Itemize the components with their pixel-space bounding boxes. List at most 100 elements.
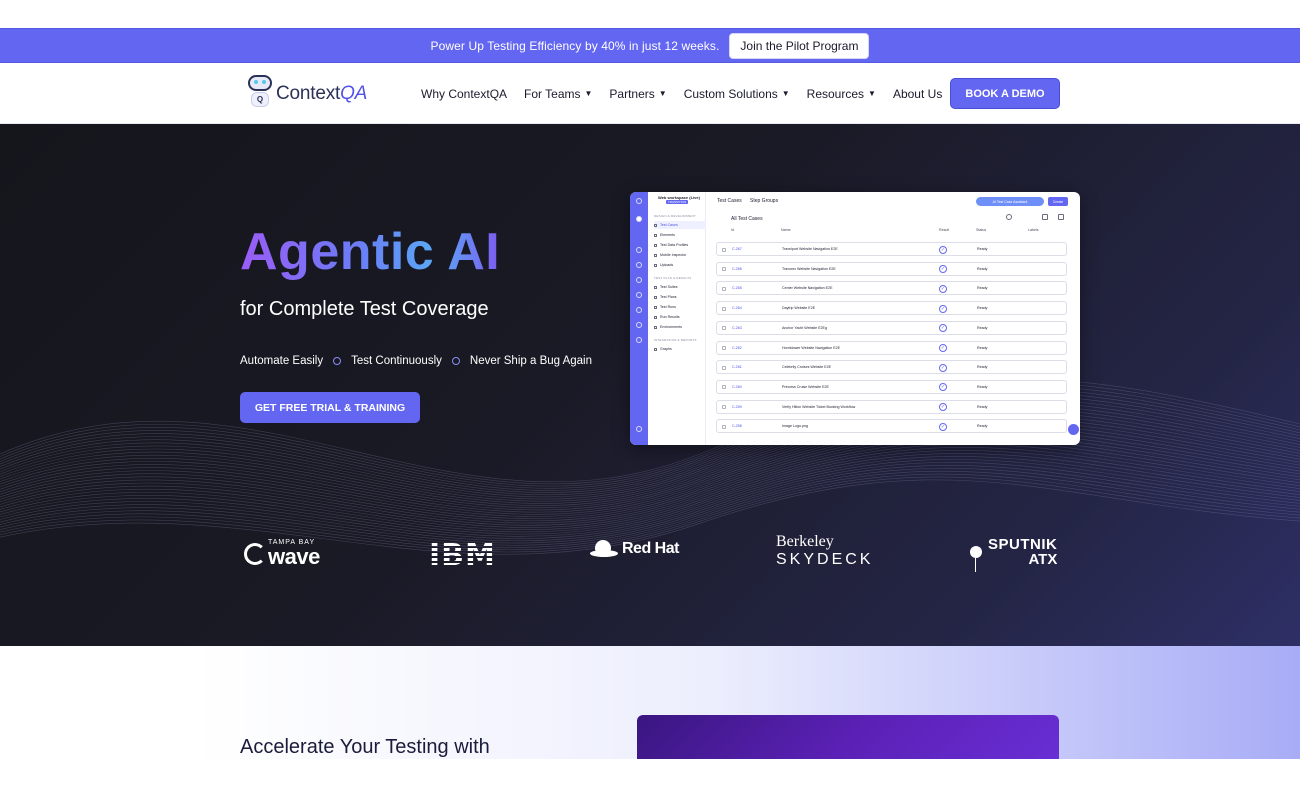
- sidebar-section: DESIGN & DEVELOPMENT: [654, 214, 696, 218]
- settings-icon: [636, 322, 642, 328]
- sidebar-item[interactable]: Environments: [654, 323, 706, 331]
- test-case-id[interactable]: C-261: [732, 365, 742, 369]
- check-circle-icon: ✓: [939, 363, 947, 372]
- table-row[interactable]: C-261 Celebrity Cruises Website E2E ✓ Ready: [716, 360, 1067, 375]
- app-rail: [630, 192, 648, 445]
- sidebar-item[interactable]: Test Suites: [654, 283, 706, 291]
- ai-assistant-button[interactable]: AI Test Case Assistant: [976, 197, 1044, 206]
- nav-partners[interactable]: Partners ▼: [609, 87, 666, 101]
- filter-icon[interactable]: [1042, 214, 1048, 220]
- test-case-status: Ready: [977, 247, 988, 251]
- book-demo-button[interactable]: BOOK A DEMO: [950, 78, 1060, 109]
- section-title: Accelerate Your Testing with: [240, 736, 490, 758]
- sidebar-item[interactable]: Graphs: [654, 345, 706, 353]
- hero-point: Automate Easily: [240, 355, 324, 367]
- nav-for-teams[interactable]: For Teams ▼: [524, 87, 592, 101]
- row-checkbox[interactable]: [722, 267, 726, 272]
- search-icon[interactable]: [1006, 214, 1012, 220]
- row-checkbox[interactable]: [722, 286, 726, 291]
- nav-why-contextqa[interactable]: Why ContextQA: [421, 87, 507, 101]
- logo-text: ContextQA: [276, 83, 368, 104]
- promo-text: Power Up Testing Efficiency by 40% in ju…: [430, 38, 720, 53]
- sidebar-item[interactable]: Elements: [654, 231, 706, 239]
- test-case-name: Verify Hilton Website Ticket Booking Wor…: [782, 404, 856, 409]
- gear-icon: [636, 307, 642, 313]
- test-case-id[interactable]: C-260: [732, 385, 742, 389]
- sidebar-section: INTEGRATION & REPORTS: [654, 338, 697, 342]
- check-circle-icon: ✓: [939, 422, 947, 431]
- sidebar-item[interactable]: Uploads: [654, 261, 706, 269]
- check-circle-icon: ✓: [939, 245, 947, 254]
- accelerate-section: Accelerate Your Testing with: [0, 646, 1300, 759]
- test-case-id[interactable]: C-264: [732, 306, 742, 310]
- tab-test-cases[interactable]: Test Cases: [717, 198, 742, 204]
- export-icon[interactable]: [1058, 214, 1064, 220]
- sidebar-item[interactable]: Test Plans: [654, 293, 706, 301]
- test-case-name: Image Logo.png: [782, 424, 808, 429]
- table-row[interactable]: C-259 Verify Hilton Website Ticket Bookin…: [716, 399, 1067, 414]
- chevron-down-icon: ▼: [658, 89, 667, 98]
- table-row[interactable]: C-262 Hornblower Website Navigation E2E ✓ R…: [716, 340, 1067, 355]
- row-checkbox[interactable]: [722, 326, 726, 331]
- table-row[interactable]: C-260 Princess Cruise Website E2E ✓ Ready: [716, 379, 1067, 394]
- row-checkbox[interactable]: [722, 405, 726, 410]
- sputnik-atx-logo: SPUTNIK ATX: [970, 537, 1057, 572]
- nav-about-us[interactable]: About Us: [893, 87, 942, 101]
- column-header: Status: [976, 228, 987, 232]
- row-checkbox[interactable]: [722, 346, 726, 350]
- chevron-down-icon: ▼: [584, 89, 593, 98]
- chat-icon[interactable]: [1068, 424, 1079, 435]
- logout-icon: [636, 337, 642, 343]
- table-row[interactable]: C-258 Image Logo.png ✓ Ready: [716, 419, 1067, 434]
- tab-step-groups[interactable]: Step Groups: [750, 198, 778, 204]
- table-row[interactable]: C-264 Daytrip Website E2E ✓ Ready: [716, 301, 1067, 316]
- main-nav: Q ContextQA Why ContextQA For Teams ▼ Par…: [0, 63, 1300, 124]
- test-case-id[interactable]: C-266: [732, 267, 742, 271]
- create-button[interactable]: Create: [1048, 197, 1068, 206]
- table-row[interactable]: C-265 Center Website Navigation E2E ✓ Ready: [716, 281, 1067, 296]
- nav-links: Why ContextQA For Teams ▼ Partners ▼ Custo…: [421, 63, 942, 124]
- test-case-status: Ready: [977, 404, 988, 409]
- row-checkbox[interactable]: [722, 424, 726, 429]
- hero-point: Test Continuously: [351, 355, 442, 367]
- row-checkbox[interactable]: [722, 247, 726, 252]
- nav-resources[interactable]: Resources ▼: [807, 87, 876, 101]
- contextqa-logo[interactable]: Q ContextQA: [246, 75, 367, 109]
- column-header: Labels: [1028, 228, 1039, 232]
- hero-title: Agentic AI: [240, 223, 501, 281]
- row-checkbox[interactable]: [722, 385, 726, 390]
- test-case-status: Ready: [977, 424, 988, 429]
- check-circle-icon: ✓: [939, 344, 947, 352]
- row-checkbox[interactable]: [722, 365, 726, 370]
- row-checkbox[interactable]: [722, 306, 726, 311]
- list-title: All Test Cases: [731, 216, 763, 222]
- sidebar-item[interactable]: Test Cases: [654, 221, 706, 229]
- sidebar-item[interactable]: Run Results: [654, 313, 706, 321]
- table-row[interactable]: C-263 Anchor Yacht Website E2Eg ✓ Ready: [716, 320, 1067, 335]
- table-row[interactable]: C-266 Travurex Website Navigation E2E ✓ Rea…: [716, 261, 1067, 276]
- test-case-id[interactable]: C-267: [732, 247, 742, 251]
- promo-image: [637, 715, 1059, 759]
- test-case-id[interactable]: C-265: [732, 286, 742, 290]
- refresh-icon: [636, 277, 642, 283]
- workspace-badge: TRANSITION: [666, 200, 689, 204]
- nav-custom-solutions[interactable]: Custom Solutions ▼: [684, 87, 790, 101]
- chevron-down-icon: ▼: [868, 89, 876, 98]
- test-case-id[interactable]: C-262: [732, 346, 742, 350]
- sidebar-item[interactable]: Mobile Inspector: [654, 251, 706, 259]
- free-trial-button[interactable]: GET FREE TRIAL & TRAINING: [240, 392, 420, 423]
- chevron-down-icon: ▼: [781, 89, 790, 98]
- test-case-id[interactable]: C-258: [732, 424, 742, 428]
- add-icon: [636, 216, 642, 222]
- test-case-name: Travelport Website Navigation E2E: [782, 247, 838, 251]
- sidebar-item[interactable]: Test Runs: [654, 303, 706, 311]
- test-case-name: Daytrip Website E2E: [782, 306, 816, 311]
- test-case-id[interactable]: C-263: [732, 326, 742, 330]
- sidebar-item[interactable]: Test Data Profiles: [654, 241, 706, 249]
- app-sidebar: Web workspace (Live) TRANSITION DESIGN &…: [648, 192, 706, 445]
- join-pilot-button[interactable]: Join the Pilot Program: [729, 32, 870, 59]
- table-row[interactable]: C-267 Travelport Website Navigation E2E ✓ R…: [716, 242, 1067, 256]
- test-case-id[interactable]: C-259: [732, 405, 742, 409]
- satellite-icon: [970, 546, 982, 572]
- bullet-dot-icon: [333, 357, 342, 365]
